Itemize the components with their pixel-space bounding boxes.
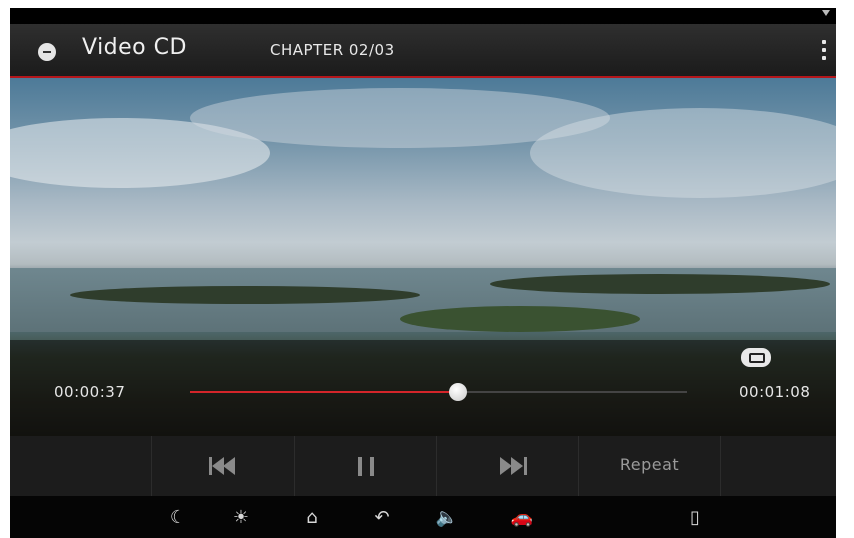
playback-controls: Repeat — [10, 436, 836, 496]
pause-button[interactable] — [294, 436, 436, 496]
previous-track-icon — [209, 457, 241, 475]
status-bar — [10, 8, 836, 24]
previous-button[interactable] — [151, 436, 294, 496]
repeat-icon — [741, 348, 771, 367]
progress-slider[interactable] — [190, 383, 687, 401]
progress-fill — [190, 391, 459, 393]
repeat-button[interactable]: Repeat — [578, 436, 721, 496]
island-shape — [490, 274, 830, 294]
system-nav-bar: ☾ ☀ ⌂ ↶ 🔈 🚗 ▯ — [10, 496, 836, 538]
island-shape — [400, 306, 640, 332]
home-icon[interactable]: ⌂ — [300, 506, 324, 530]
app-header: Video CD CHAPTER 02/03 — [10, 24, 836, 78]
cloud-shape — [530, 108, 836, 198]
wifi-icon — [822, 10, 830, 16]
controls-overlay — [10, 340, 836, 436]
video-frame[interactable] — [10, 78, 836, 436]
chapter-indicator: CHAPTER 02/03 — [270, 41, 395, 59]
disc-icon — [38, 43, 56, 61]
more-vertical-icon[interactable] — [816, 38, 832, 64]
repeat-label: Repeat — [619, 455, 680, 474]
head-unit-screen: Video CD CHAPTER 02/03 00:00:37 00:01:08 — [10, 8, 836, 538]
current-time: 00:00:37 — [54, 383, 126, 401]
pause-icon — [356, 457, 376, 476]
night-mode-icon[interactable]: ☾ — [166, 506, 190, 530]
back-icon[interactable]: ↶ — [370, 506, 394, 530]
total-time: 00:01:08 — [739, 383, 811, 401]
next-button[interactable] — [436, 436, 578, 496]
next-track-icon — [498, 457, 530, 475]
car-icon[interactable]: 🚗 — [510, 506, 534, 530]
island-shape — [70, 286, 420, 304]
brightness-icon[interactable]: ☀ — [229, 506, 253, 530]
app-title: Video CD — [82, 35, 187, 60]
volume-icon[interactable]: 🔈 — [435, 506, 459, 530]
phone-icon[interactable]: ▯ — [683, 506, 707, 530]
